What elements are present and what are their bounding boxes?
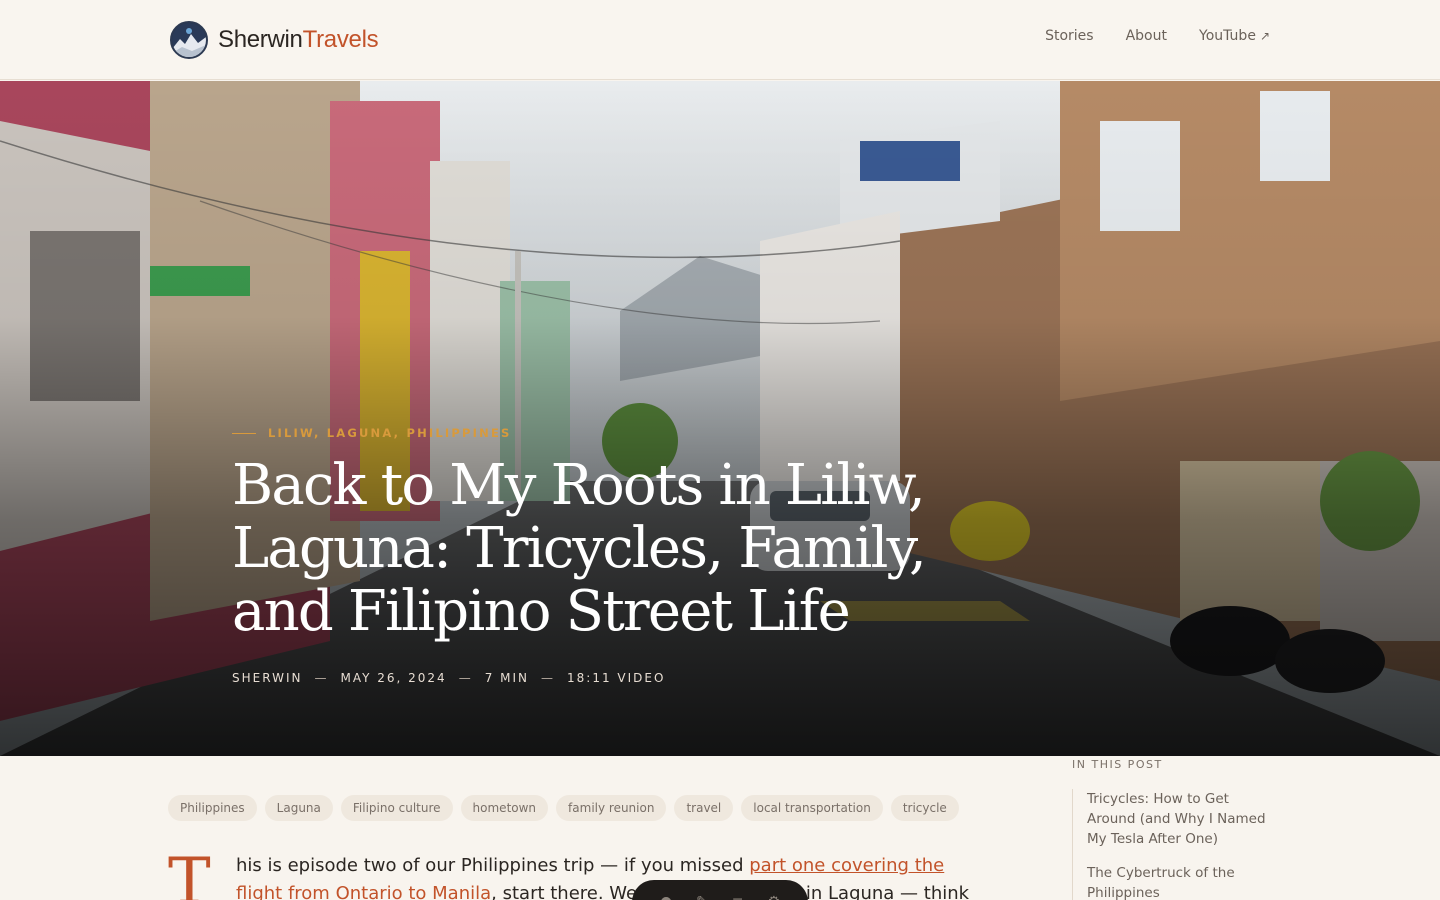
floating-toolbar: ● ✎ ≡ ⚙ [632, 880, 808, 900]
meta-video-length: 18:11 video [567, 671, 666, 685]
tag[interactable]: tricycle [890, 795, 959, 821]
nav-youtube[interactable]: YouTube ↗ [1199, 28, 1270, 44]
tag[interactable]: Filipino culture [340, 795, 453, 821]
tag[interactable]: Laguna [264, 795, 333, 821]
pen-icon[interactable]: ✎ [696, 894, 708, 900]
meta-separator: — [314, 671, 329, 685]
meta-separator: — [458, 671, 473, 685]
tag[interactable]: local transportation [741, 795, 883, 821]
tag[interactable]: family reunion [556, 795, 667, 821]
toc-item[interactable]: The Cybertruck of the Philippines [1087, 863, 1272, 900]
tag-list: Philippines Laguna Filipino culture home… [168, 795, 959, 821]
mic-icon[interactable]: ● [660, 894, 672, 900]
table-of-contents: In this post Tricycles: How to Get Aroun… [1072, 758, 1272, 900]
nav-stories-label: Stories [1045, 28, 1094, 44]
post-meta: Sherwin — May 26, 2024 — 7 min — 18:11 v… [232, 671, 952, 685]
site-header: SherwinTravels Stories About YouTube ↗ [0, 0, 1440, 80]
toc-list: Tricycles: How to Get Around (and Why I … [1072, 789, 1272, 900]
meta-separator: — [541, 671, 556, 685]
hero-eyebrow: Liliw, Laguna, Philippines [232, 426, 952, 440]
nav-about[interactable]: About [1126, 28, 1167, 44]
meta-date: May 26, 2024 [340, 671, 447, 685]
nav-youtube-label: YouTube [1199, 28, 1256, 44]
intro-paragraph: his is episode two of our Philippines tr… [236, 852, 988, 900]
logo-text-first: Sherwin [218, 26, 303, 53]
main-nav: Stories About YouTube ↗ [1045, 28, 1270, 44]
hero-banner: Liliw, Laguna, Philippines Back to My Ro… [0, 81, 1440, 756]
page-title: Back to My Roots in Liliw, Laguna: Tricy… [232, 453, 927, 644]
hero-content: Liliw, Laguna, Philippines Back to My Ro… [232, 426, 952, 685]
tag[interactable]: travel [674, 795, 734, 821]
drop-cap: T [168, 845, 211, 900]
toc-heading: In this post [1072, 758, 1163, 771]
logo-text-second: Travels [302, 26, 379, 53]
tag[interactable]: hometown [460, 795, 549, 821]
nav-stories[interactable]: Stories [1045, 28, 1094, 44]
settings-icon[interactable]: ⚙ [767, 894, 780, 900]
external-link-icon: ↗ [1259, 29, 1270, 43]
eyebrow-location[interactable]: Liliw, Laguna, Philippines [268, 426, 512, 440]
menu-icon[interactable]: ≡ [732, 894, 744, 900]
article-body: T his is episode two of our Philippines … [168, 845, 988, 900]
intro-text: his is episode two of our Philippines tr… [236, 855, 750, 876]
logo-link[interactable]: SherwinTravels [170, 20, 379, 60]
eyebrow-dash [232, 432, 256, 434]
meta-read-time: 7 min [484, 671, 530, 685]
logo-text: SherwinTravels [218, 26, 379, 54]
nav-about-label: About [1125, 28, 1167, 44]
logo-badge-icon [170, 21, 208, 59]
toc-item[interactable]: Tricycles: How to Get Around (and Why I … [1087, 789, 1272, 849]
tag[interactable]: Philippines [168, 795, 257, 821]
meta-author: Sherwin [232, 671, 303, 685]
